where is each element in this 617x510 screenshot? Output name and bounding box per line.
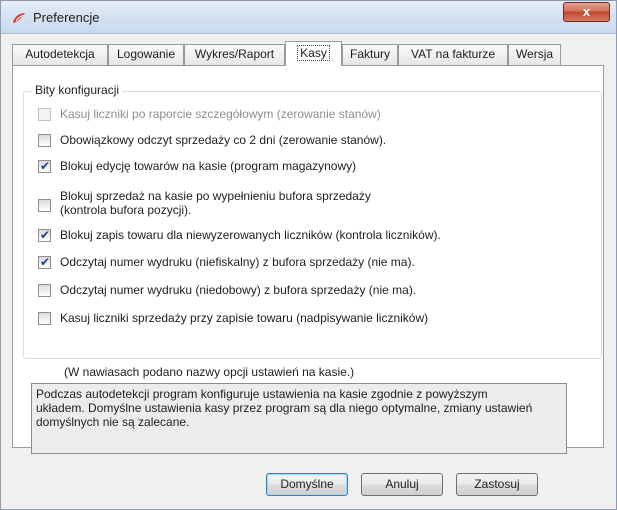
checkmark-icon: ✔: [40, 255, 51, 269]
checkmark-icon: ✔: [40, 228, 51, 242]
defaults-button[interactable]: Domyślne: [266, 473, 348, 496]
checkbox[interactable]: ✔: [38, 255, 51, 269]
option-label: Blokuj zapis towaru dla niewyzerowanych …: [60, 228, 441, 242]
description-line: układem. Domyślne ustawienia kasy przez …: [36, 401, 533, 415]
option-label: Blokuj sprzedaż na kasie po wypełnieniu …: [60, 189, 371, 203]
option-label: Kasuj liczniki sprzedaży przy zapisie to…: [60, 311, 429, 325]
groupbox-title: Bity konfiguracji: [32, 83, 123, 97]
checkbox[interactable]: [38, 199, 51, 212]
apply-button[interactable]: Zastosuj: [456, 473, 538, 496]
tab-label: Logowanie: [116, 47, 176, 61]
tab-kasy[interactable]: Kasy: [285, 41, 342, 66]
option-label: Odczytaj numer wydruku (niefiskalny) z b…: [60, 255, 415, 269]
checkbox: [38, 108, 51, 121]
checkbox[interactable]: [38, 134, 51, 147]
tab-label: Faktury: [349, 47, 390, 61]
checkbox[interactable]: [38, 284, 51, 297]
cancel-button[interactable]: Anuluj: [361, 473, 443, 496]
option-label: Obowiązkowy odczyt sprzedaży co 2 dni (z…: [60, 133, 387, 147]
tab-label: Wersja: [515, 47, 554, 61]
option-label: Kasuj liczniki po raporcie szczegółowym …: [60, 107, 381, 121]
window-title: Preferencje: [33, 10, 100, 25]
preferences-window: Preferencje x Autodetekcja Logowanie Wyk…: [0, 0, 617, 510]
tab-label: Wykres/Raport: [194, 47, 275, 61]
tab-faktury[interactable]: Faktury: [342, 44, 398, 65]
description-line: domyślnych nie są zalecane.: [36, 415, 190, 429]
tab-wykres-raport[interactable]: Wykres/Raport: [184, 44, 285, 65]
tab-label: VAT na fakturze: [410, 47, 496, 61]
note-text: (W nawiasach podano nazwy opcji ustawień…: [64, 365, 355, 379]
close-button[interactable]: x: [563, 2, 610, 22]
description-textbox[interactable]: Podczas autodetekcji program konfiguruje…: [31, 383, 567, 454]
checkmark-icon: ✔: [40, 159, 51, 173]
option-label: Odczytaj numer wydruku (niedobowy) z buf…: [60, 283, 417, 297]
option-label-line2: (kontrola bufora pozycji).: [60, 203, 192, 217]
tab-wersja[interactable]: Wersja: [508, 44, 561, 65]
tab-vat-na-fakturze[interactable]: VAT na fakturze: [398, 44, 508, 65]
checkbox[interactable]: ✔: [38, 228, 51, 242]
app-logo-icon: [13, 13, 25, 23]
tab-label: Kasy: [297, 45, 330, 61]
option-label: Blokuj edycję towarów na kasie (program …: [60, 159, 357, 173]
checkbox[interactable]: [38, 312, 51, 325]
title-bar[interactable]: Preferencje x: [1, 1, 616, 34]
description-line: Podczas autodetekcji program konfiguruje…: [36, 387, 488, 401]
tab-label: Autodetekcja: [25, 47, 95, 61]
tab-logowanie[interactable]: Logowanie: [108, 44, 184, 65]
tab-autodetekcja[interactable]: Autodetekcja: [12, 44, 108, 65]
checkbox[interactable]: ✔: [38, 159, 51, 173]
